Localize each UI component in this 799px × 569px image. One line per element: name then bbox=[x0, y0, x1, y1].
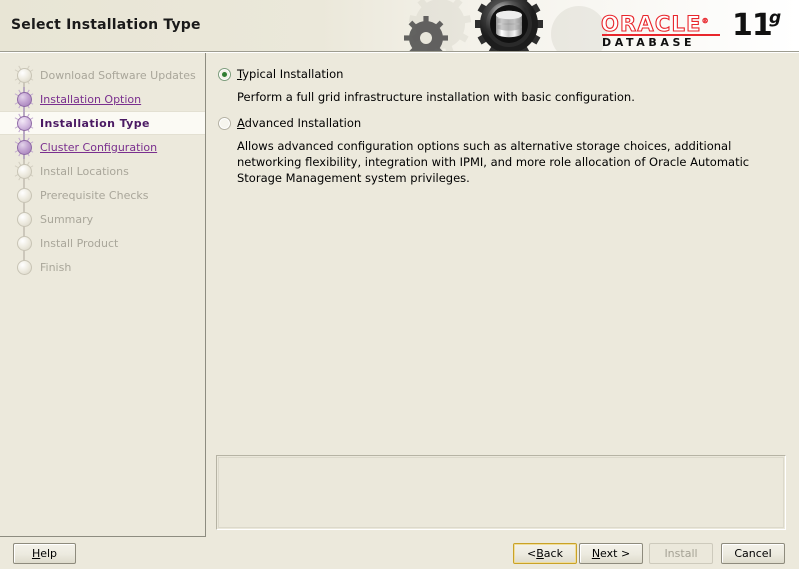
sidebar-step-cluster-configuration[interactable]: Cluster Configuration bbox=[0, 135, 205, 159]
sidebar-step-label: Cluster Configuration bbox=[40, 140, 158, 154]
step-node-marker bbox=[17, 236, 32, 251]
help-button-mnemonic: H bbox=[31, 547, 41, 560]
sidebar-step-label: Installation Type bbox=[40, 116, 150, 130]
step-node-icon bbox=[12, 63, 36, 87]
sidebar-step-install-product: Install Product bbox=[0, 231, 205, 255]
message-panel-inner bbox=[218, 457, 784, 528]
sidebar-step-install-locations: Install Locations bbox=[0, 159, 205, 183]
step-node-marker bbox=[17, 116, 32, 131]
sidebar-step-installation-option[interactable]: Installation Option bbox=[0, 87, 205, 111]
option-advanced-description: Allows advanced configuration options su… bbox=[237, 139, 750, 185]
back-button-label: ack bbox=[543, 547, 563, 560]
radio-advanced-installation[interactable] bbox=[218, 117, 231, 130]
sidebar-step-label: Install Product bbox=[40, 236, 119, 250]
header-banner: Select Installation Type ORACLE® DATABAS… bbox=[0, 0, 799, 52]
step-node-icon bbox=[12, 159, 36, 183]
help-button[interactable]: Help bbox=[13, 543, 76, 564]
next-button-label: ext > bbox=[600, 547, 631, 560]
cancel-button-label: Cancel bbox=[734, 547, 772, 560]
option-advanced-installation-label: Advanced Installation bbox=[237, 117, 361, 130]
step-node-icon bbox=[12, 183, 36, 207]
option-typical-installation-label: Typical Installation bbox=[237, 68, 343, 81]
step-node-icon bbox=[12, 111, 36, 135]
step-node-marker bbox=[17, 188, 32, 203]
sidebar-top-spacer bbox=[0, 53, 205, 63]
sidebar-step-label: Download Software Updates bbox=[40, 68, 196, 82]
oracle-product-text: DATABASE bbox=[602, 36, 696, 49]
step-node-marker bbox=[17, 140, 32, 155]
registered-trademark-icon: ® bbox=[701, 17, 710, 26]
step-node-icon bbox=[12, 207, 36, 231]
cancel-button[interactable]: Cancel bbox=[721, 543, 785, 564]
sidebar-step-download-software-updates: Download Software Updates bbox=[0, 63, 205, 87]
install-button-label: Install bbox=[664, 547, 698, 560]
oracle-brand-text: ORACLE bbox=[600, 12, 702, 36]
message-panel-text bbox=[219, 458, 783, 466]
help-button-label: elp bbox=[40, 547, 58, 560]
oracle-logo: ORACLE® DATABASE 11 g bbox=[600, 8, 791, 49]
sidebar-step-label: Summary bbox=[40, 212, 94, 226]
gear-database-graphic bbox=[404, 0, 614, 52]
button-bar: Help < Back Next > Install Cancel bbox=[0, 537, 799, 569]
step-node-marker bbox=[17, 68, 32, 83]
option-typical-installation[interactable]: Typical Installation bbox=[218, 68, 343, 81]
next-button[interactable]: Next > bbox=[579, 543, 643, 564]
step-node-marker bbox=[17, 260, 32, 275]
message-panel bbox=[216, 455, 786, 530]
option-typical-description: Perform a full grid infrastructure insta… bbox=[237, 90, 635, 104]
install-button: Install bbox=[649, 543, 713, 564]
installer-window: Select Installation Type ORACLE® DATABAS… bbox=[0, 0, 799, 569]
sidebar-step-prerequisite-checks: Prerequisite Checks bbox=[0, 183, 205, 207]
sidebar-step-label: Install Locations bbox=[40, 164, 129, 178]
sidebar-step-label: Prerequisite Checks bbox=[40, 188, 149, 202]
steps-sidebar: Download Software Updates Installation Op… bbox=[0, 53, 205, 537]
radio-typical-installation[interactable] bbox=[218, 68, 231, 81]
step-node-icon bbox=[12, 255, 36, 279]
step-node-marker bbox=[17, 92, 32, 107]
option-typical-text: ypical Installation bbox=[242, 67, 344, 81]
option-advanced-text: dvanced Installation bbox=[244, 116, 362, 130]
option-advanced-installation[interactable]: Advanced Installation bbox=[218, 117, 361, 130]
sidebar-step-summary: Summary bbox=[0, 207, 205, 231]
page-title: Select Installation Type bbox=[11, 17, 201, 33]
version-suffix: g bbox=[769, 8, 782, 28]
sidebar-step-label: Finish bbox=[40, 260, 72, 274]
step-node-icon bbox=[12, 231, 36, 255]
gear-database-svg bbox=[404, 0, 607, 52]
sidebar-step-finish: Finish bbox=[0, 255, 205, 279]
step-node-marker bbox=[17, 212, 32, 227]
step-node-icon bbox=[12, 87, 36, 111]
step-list: Download Software Updates Installation Op… bbox=[0, 63, 205, 279]
sidebar-step-installation-type[interactable]: Installation Type bbox=[0, 111, 205, 135]
back-button[interactable]: < Back bbox=[513, 543, 577, 564]
back-button-mnemonic: B bbox=[536, 547, 544, 560]
sidebar-step-label: Installation Option bbox=[40, 92, 142, 106]
option-advanced-mnemonic: A bbox=[237, 116, 245, 130]
oracle-wordmark: ORACLE® bbox=[600, 10, 710, 36]
step-node-marker bbox=[17, 164, 32, 179]
step-node-icon bbox=[12, 135, 36, 159]
next-button-mnemonic: N bbox=[591, 547, 601, 560]
main-content: Typical Installation Perform a full grid… bbox=[206, 53, 799, 537]
back-button-prefix: < bbox=[527, 547, 537, 560]
version-number: 11 bbox=[732, 8, 773, 43]
